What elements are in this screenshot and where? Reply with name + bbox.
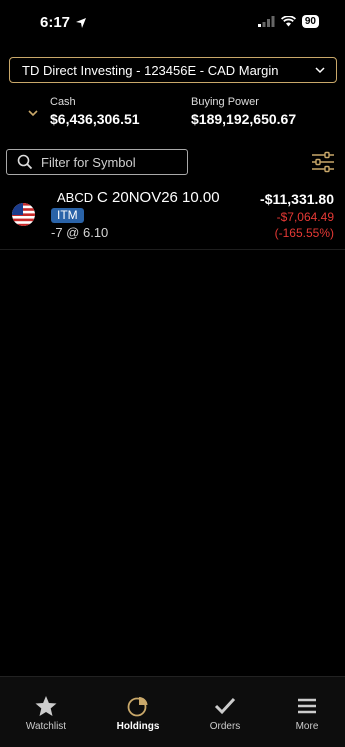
battery-indicator: 90 [301, 15, 319, 28]
status-bar: 6:17 90 [0, 0, 345, 44]
profit-loss: -$7,064.49 [276, 210, 334, 224]
tab-more[interactable]: More [272, 695, 342, 732]
status-icons: 90 [257, 15, 319, 28]
filter-settings-icon[interactable] [311, 151, 335, 173]
tab-watchlist[interactable]: Watchlist [11, 695, 81, 732]
balances-summary: Cash $6,436,306.51 Buying Power $189,192… [0, 96, 345, 130]
location-arrow-icon [76, 17, 87, 28]
holding-quantity: -7 @ 6.10 [51, 225, 109, 240]
account-selector[interactable]: TD Direct Investing - 123456E - CAD Marg… [9, 57, 337, 83]
profit-loss-percent: (-165.55%) [274, 226, 334, 240]
checkmark-icon [214, 697, 236, 715]
tab-more-label: More [295, 721, 319, 732]
symbol-ticker: ABCD [57, 190, 94, 205]
us-flag-icon [12, 203, 35, 226]
status-time: 6:17 [40, 14, 87, 31]
pie-chart-icon [127, 697, 148, 717]
chevron-down-icon[interactable] [27, 108, 39, 118]
chevron-down-icon [315, 67, 325, 74]
buying-power-label: Buying Power [191, 96, 259, 108]
market-value: -$11,331.80 [260, 191, 334, 207]
tab-holdings-label: Holdings [116, 721, 160, 732]
tab-holdings[interactable]: Holdings [103, 695, 173, 732]
cash-block: Cash $6,436,306.51 [50, 96, 140, 127]
buying-power-block: Buying Power $189,192,650.67 [191, 96, 296, 127]
menu-icon [298, 698, 316, 714]
symbol-filter [6, 149, 188, 175]
buying-power-value: $189,192,650.67 [191, 111, 297, 127]
cash-label: Cash [50, 96, 76, 108]
holding-symbol: ABCD C 20NOV26 10.00 [57, 189, 220, 206]
bottom-tab-bar: Watchlist Holdings Orders More [0, 676, 345, 747]
clock-text: 6:17 [40, 14, 71, 31]
holding-row[interactable]: ABCD C 20NOV26 10.00 ITM -7 @ 6.10 -$11,… [0, 184, 345, 250]
signal-icon [257, 16, 275, 27]
itm-badge: ITM [51, 208, 84, 223]
wifi-icon [280, 16, 296, 27]
tab-orders[interactable]: Orders [190, 695, 260, 732]
tab-orders-label: Orders [209, 721, 241, 732]
cash-value: $6,436,306.51 [50, 111, 140, 127]
option-contract: C 20NOV26 10.00 [97, 189, 220, 206]
account-label: TD Direct Investing - 123456E - CAD Marg… [22, 62, 279, 78]
star-icon [35, 696, 57, 716]
search-icon [17, 154, 33, 170]
tab-watchlist-label: Watchlist [25, 721, 67, 732]
symbol-filter-input[interactable] [41, 154, 181, 170]
